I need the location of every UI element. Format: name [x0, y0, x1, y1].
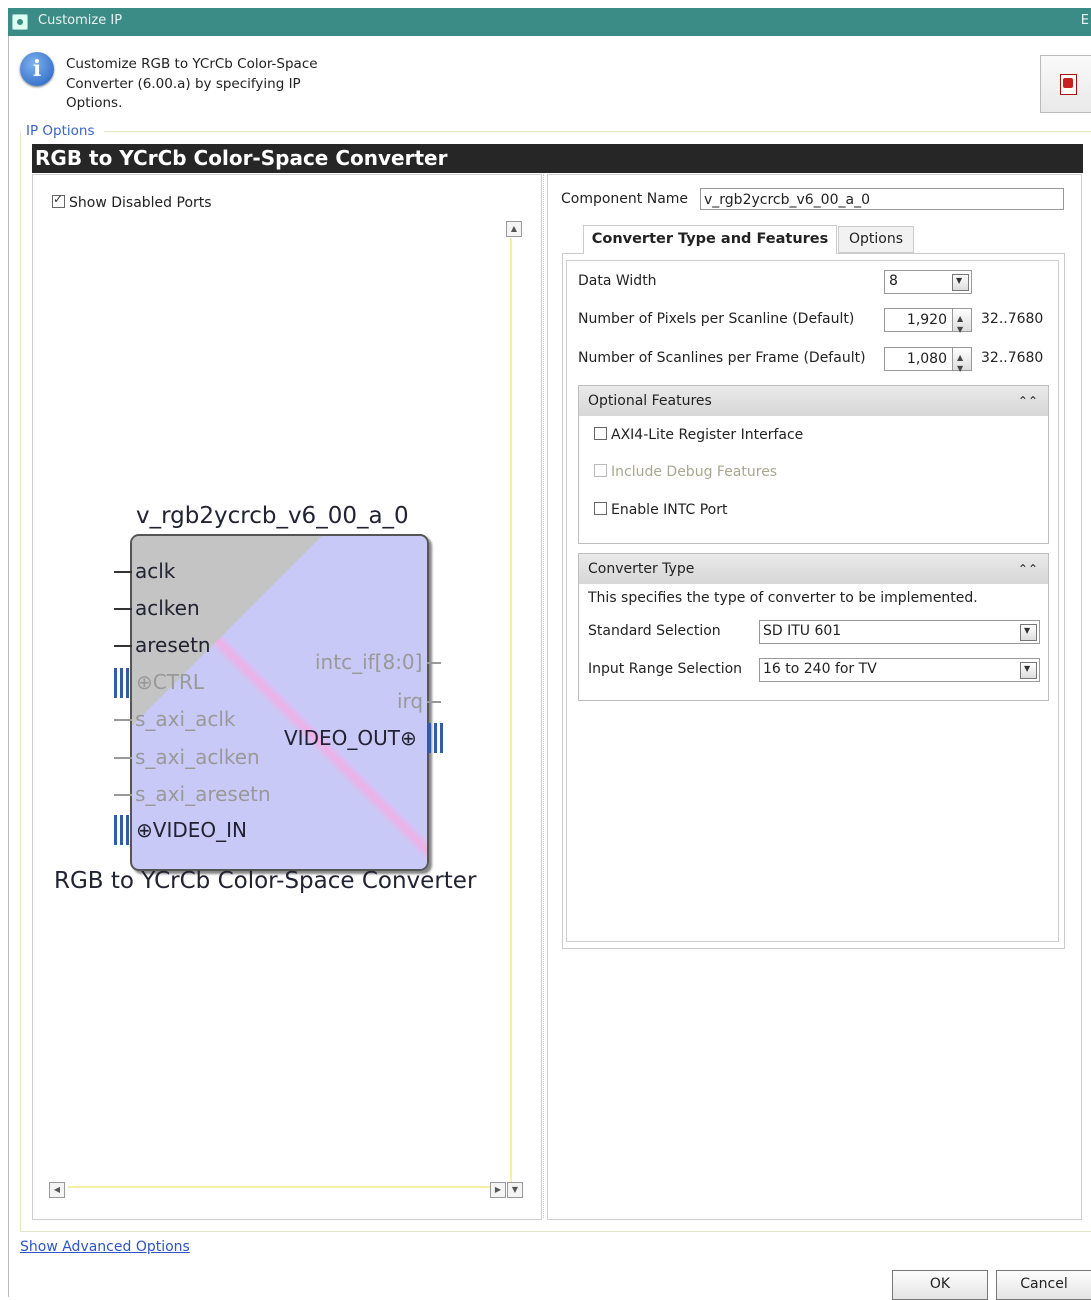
standard-selection-select[interactable]: SD ITU 601	[759, 620, 1040, 644]
include-debug-checkbox: Include Debug Features	[594, 464, 777, 480]
pin-stub	[114, 794, 132, 796]
checkbox-box[interactable]	[594, 502, 607, 515]
pin-stub	[114, 719, 132, 721]
pin-aresetn: aresetn	[135, 633, 211, 657]
vertical-scroll-track[interactable]	[510, 238, 512, 1183]
spinner-arrows-icon[interactable]	[952, 347, 971, 380]
optional-features-title: Optional Features	[588, 393, 712, 409]
bus-bar-video-in	[114, 815, 130, 845]
dropdown-arrow-icon[interactable]	[952, 274, 969, 291]
pin-aclk: aclk	[135, 559, 176, 583]
input-range-value: 16 to 240 for TV	[763, 661, 877, 677]
title-bar-end: E	[1080, 13, 1089, 28]
ip-banner-title: RGB to YCrCb Color-Space Converter	[32, 144, 1083, 173]
show-disabled-ports-checkbox[interactable]: Show Disabled Ports	[52, 192, 212, 211]
pin-stub	[427, 662, 441, 664]
spinner-arrows-icon[interactable]	[952, 308, 971, 341]
pin-s-axi-aclken: s_axi_aclken	[135, 745, 260, 769]
symbol-instance-name: v_rgb2ycrcb_v6_00_a_0	[136, 503, 409, 529]
checkbox-box	[594, 464, 607, 477]
pdf-icon	[1060, 74, 1077, 95]
scroll-left-button[interactable]: ◀	[49, 1182, 65, 1198]
checkbox-box[interactable]	[52, 192, 65, 208]
pin-s-axi-aresetn: s_axi_aresetn	[135, 782, 271, 806]
component-name-input[interactable]: v_rgb2ycrcb_v6_00_a_0	[700, 188, 1064, 210]
pin-stub	[114, 645, 132, 647]
scroll-up-button[interactable]: ▲	[506, 221, 522, 237]
collapse-icon[interactable]: ⌃⌃	[1018, 554, 1038, 584]
ip-options-label: IP Options	[26, 123, 99, 139]
axi4-lite-checkbox[interactable]: AXI4-Lite Register Interface	[594, 427, 803, 443]
enable-intc-checkbox[interactable]: Enable INTC Port	[594, 502, 727, 518]
scanlines-per-frame-value: 1,080	[906, 351, 947, 367]
pin-s-axi-aclk: s_axi_aclk	[135, 707, 236, 731]
checkbox-box[interactable]	[594, 427, 607, 440]
tab-options[interactable]: Options	[838, 226, 914, 253]
pixels-range-label: 32..7680	[981, 311, 1044, 327]
collapse-icon[interactable]: ⌃⌃	[1018, 386, 1038, 416]
description-text: Customize RGB to YCrCb Color-Space Conve…	[66, 56, 318, 111]
enable-intc-label: Enable INTC Port	[611, 502, 728, 518]
window-icon	[12, 14, 28, 30]
window-title: Customize IP	[38, 13, 123, 28]
pin-intc-if: intc_if[8:0]	[315, 650, 423, 674]
ip-options-rule	[104, 131, 1091, 132]
bus-bar-ctrl	[114, 668, 130, 698]
pixels-per-scanline-spinner[interactable]: 1,920	[884, 308, 972, 341]
pin-aclken: aclken	[135, 596, 200, 620]
data-width-label: Data Width	[578, 273, 657, 289]
standard-selection-value: SD ITU 601	[763, 623, 842, 639]
pin-video-in-label: VIDEO_IN	[152, 818, 247, 842]
symbol-caption: RGB to YCrCb Color-Space Converter	[54, 868, 477, 894]
horizontal-scroll-track[interactable]	[68, 1186, 492, 1188]
pin-video-in: ⊕VIDEO_IN	[136, 818, 247, 842]
bus-plus-icon: ⊕	[399, 726, 417, 750]
scroll-down-button[interactable]: ▼	[507, 1182, 523, 1198]
data-width-select[interactable]: 8	[884, 270, 972, 294]
pin-video-out-label: VIDEO_OUT	[284, 726, 400, 750]
bus-plus-icon: ⊕	[136, 670, 153, 694]
pin-ctrl-label: CTRL	[152, 670, 204, 694]
pin-ctrl: ⊕CTRL	[136, 670, 204, 694]
ok-button[interactable]: OK	[892, 1270, 988, 1300]
pin-video-out: VIDEO_OUT⊕	[284, 726, 417, 750]
tab-converter-type-and-features[interactable]: Converter Type and Features	[583, 225, 837, 254]
show-advanced-options-link[interactable]: Show Advanced Options	[20, 1239, 190, 1255]
scanlines-per-frame-spinner[interactable]: 1,080	[884, 347, 972, 380]
info-icon: i	[20, 52, 54, 86]
dropdown-arrow-icon[interactable]	[1020, 662, 1037, 679]
axi4-lite-label: AXI4-Lite Register Interface	[611, 427, 804, 443]
include-debug-label: Include Debug Features	[611, 464, 778, 480]
show-disabled-ports-label: Show Disabled Ports	[69, 195, 212, 211]
pixels-per-scanline-label: Number of Pixels per Scanline (Default)	[578, 311, 855, 327]
pin-irq: irq	[397, 689, 424, 713]
standard-selection-label: Standard Selection	[588, 623, 721, 639]
pin-stub	[114, 757, 132, 759]
input-range-label: Input Range Selection	[588, 661, 743, 677]
converter-type-header[interactable]: Converter Type ⌃⌃	[579, 554, 1048, 584]
title-bar: Customize IP E	[8, 8, 1091, 36]
pin-stub	[427, 701, 441, 703]
documentation-button[interactable]	[1040, 55, 1091, 113]
pixels-per-scanline-value: 1,920	[906, 312, 947, 328]
optional-features-header[interactable]: Optional Features ⌃⌃	[579, 386, 1048, 416]
dropdown-arrow-icon[interactable]	[1020, 624, 1037, 641]
converter-type-description: This specifies the type of converter to …	[588, 590, 978, 606]
scanlines-per-frame-label: Number of Scanlines per Frame (Default)	[578, 350, 866, 366]
converter-type-title: Converter Type	[588, 561, 695, 577]
scanlines-range-label: 32..7680	[981, 350, 1044, 366]
cancel-button[interactable]: Cancel	[996, 1270, 1091, 1300]
scroll-right-button[interactable]: ▶	[490, 1182, 506, 1198]
component-name-label: Component Name	[561, 191, 689, 207]
bus-plus-icon: ⊕	[136, 818, 153, 842]
bus-bar-video-out	[428, 723, 444, 753]
input-range-select[interactable]: 16 to 240 for TV	[759, 658, 1040, 682]
data-width-value: 8	[889, 273, 898, 289]
pin-stub	[114, 571, 132, 573]
pin-stub	[114, 608, 132, 610]
